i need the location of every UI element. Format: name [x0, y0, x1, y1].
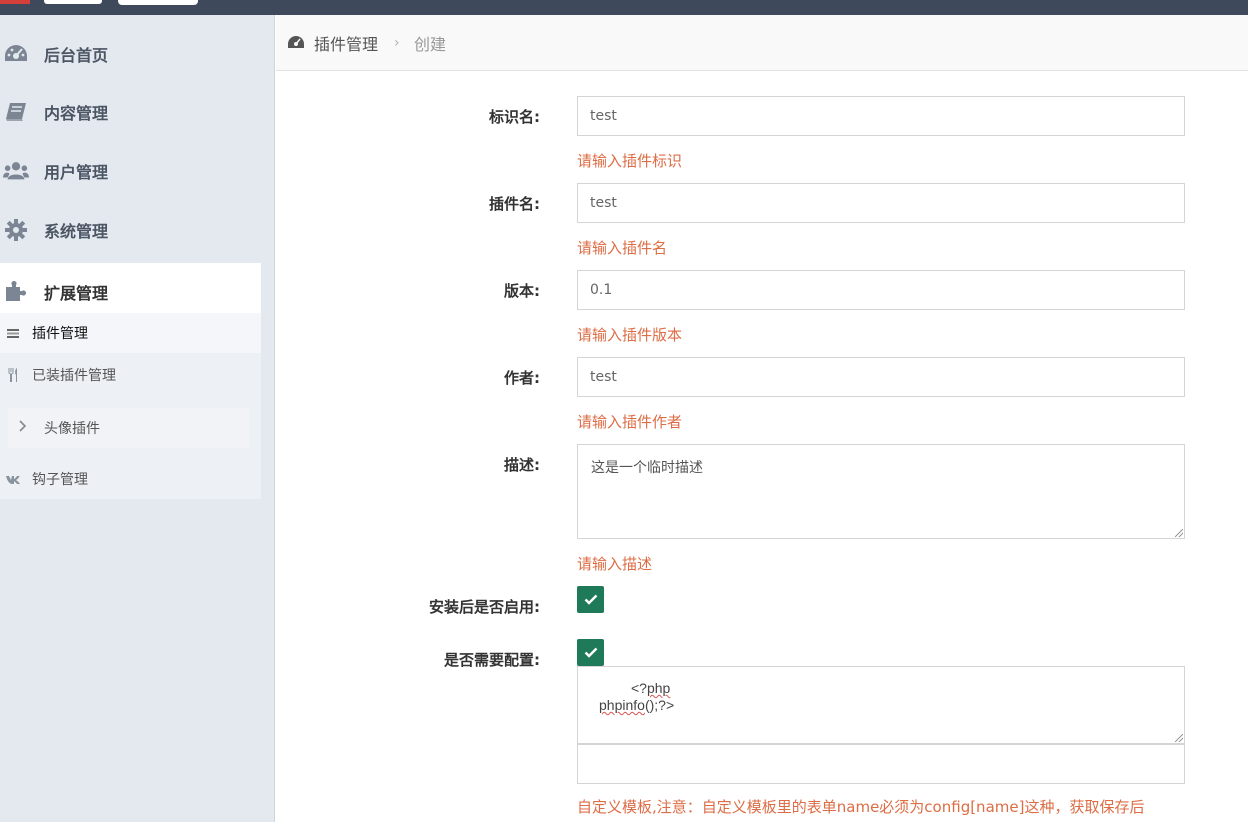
- plugin-name-value: test: [590, 195, 617, 211]
- sidebar-item-label: 用户管理: [44, 163, 109, 182]
- sidebar-subitem-label: 头像插件: [44, 421, 100, 437]
- brand-logo-text-2: [118, 0, 198, 5]
- config-extra-input[interactable]: [577, 744, 1185, 784]
- dashboard-icon: [287, 34, 305, 50]
- code-line-2: phpinfo();?>: [599, 697, 674, 713]
- author-hint: 请输入插件作者: [577, 413, 683, 431]
- checkmark-icon: [584, 594, 597, 605]
- author-input[interactable]: test: [577, 357, 1185, 397]
- checkmark-icon: [584, 647, 597, 658]
- label-need-config: 是否需要配置:: [444, 651, 540, 669]
- label-version: 版本:: [504, 282, 540, 300]
- dashboard-icon: [3, 41, 29, 67]
- code-token: phpinfo: [599, 697, 645, 713]
- plugin-name-hint: 请输入插件名: [577, 239, 668, 257]
- sidebar-item-label: 后台首页: [44, 46, 109, 65]
- version-input[interactable]: 0.1: [577, 270, 1185, 310]
- label-identifier: 标识名:: [489, 108, 540, 126]
- sidebar-subitem-label: 已装插件管理: [32, 368, 116, 384]
- sidebar-item-label: 内容管理: [44, 104, 109, 123]
- sidebar-subitem-label: 钩子管理: [32, 472, 88, 488]
- description-hint: 请输入描述: [577, 555, 653, 573]
- version-value: 0.1: [590, 282, 613, 298]
- brand-logo-mark: [0, 0, 30, 4]
- version-hint: 请输入插件版本: [577, 326, 683, 344]
- sidebar-subitem-hooks[interactable]: 钩子管理: [0, 459, 261, 499]
- code-token: <?: [631, 680, 647, 696]
- breadcrumb: 插件管理 › 创建: [276, 15, 1248, 71]
- sidebar-item-content[interactable]: 内容管理: [0, 83, 261, 141]
- label-enable-after-install: 安装后是否启用:: [429, 598, 540, 616]
- breadcrumb-link-plugins[interactable]: 插件管理: [314, 31, 378, 55]
- code-token: ();?>: [644, 697, 675, 713]
- config-template-textarea[interactable]: <?php phpinfo();?>: [577, 666, 1185, 744]
- book-icon: [3, 99, 29, 125]
- enable-after-install-checkbox[interactable]: [577, 586, 604, 613]
- sidebar-subitem-installed-plugins[interactable]: 已装插件管理: [0, 355, 261, 395]
- template-note: 自定义模板,注意：自定义模板里的表单name必须为config[name]这种，…: [577, 798, 1145, 816]
- identifier-hint: 请输入插件标识: [577, 152, 683, 170]
- code-line-1: <?php: [631, 680, 670, 696]
- identifier-value: test: [590, 108, 617, 124]
- chevron-right-icon: [19, 420, 27, 436]
- gear-icon: [3, 217, 29, 243]
- cutlery-icon: [6, 368, 20, 382]
- resize-handle[interactable]: [1175, 734, 1183, 742]
- breadcrumb-current: 创建: [414, 34, 447, 54]
- label-description: 描述:: [504, 456, 540, 474]
- top-navbar: [0, 0, 1248, 15]
- need-config-checkbox[interactable]: [577, 639, 604, 666]
- resize-handle[interactable]: [1175, 529, 1183, 537]
- sidebar-item-dashboard[interactable]: 后台首页: [0, 25, 261, 83]
- code-token: php: [646, 680, 671, 696]
- main-content: 插件管理 › 创建 标识名: test 请输入插件标识 插件名: test 请输…: [276, 15, 1248, 822]
- sidebar-item-system[interactable]: 系统管理: [0, 201, 261, 259]
- sidebar-item-label: 扩展管理: [44, 284, 109, 303]
- sidebar-subitem-plugins[interactable]: 插件管理: [0, 313, 261, 353]
- description-textarea[interactable]: 这是一个临时描述: [577, 444, 1185, 539]
- vk-icon: [6, 475, 20, 484]
- label-plugin-name: 插件名:: [489, 195, 540, 213]
- sidebar-subitem-label: 插件管理: [32, 326, 88, 342]
- label-author: 作者:: [504, 369, 540, 387]
- author-value: test: [590, 369, 617, 385]
- brand-logo-text: [44, 0, 102, 4]
- description-value: 这是一个临时描述: [591, 460, 703, 476]
- sidebar-item-label: 系统管理: [44, 222, 109, 241]
- list-icon: [6, 328, 20, 338]
- sidebar: 后台首页 内容管理 用户管理 系统管理 扩展管理 插件管理 已装插件管理 头像插…: [0, 15, 275, 822]
- plugin-name-input[interactable]: test: [577, 183, 1185, 223]
- users-icon: [3, 158, 29, 184]
- puzzle-icon: [3, 279, 29, 305]
- sidebar-item-users[interactable]: 用户管理: [0, 142, 261, 200]
- sidebar-subitem-avatar-plugin[interactable]: 头像插件: [8, 408, 249, 448]
- chevron-right-icon: ›: [394, 34, 400, 51]
- identifier-input[interactable]: test: [577, 96, 1185, 136]
